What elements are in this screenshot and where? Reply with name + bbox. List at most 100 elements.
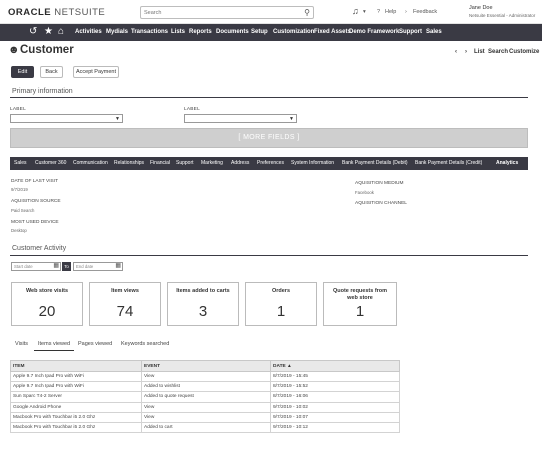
column-header-item[interactable]: ITEM — [10, 360, 142, 372]
subtab-address[interactable]: Address — [231, 160, 249, 166]
label-select-1[interactable]: ▼ — [10, 114, 123, 123]
acquisition-medium-label: AQUISITION MEDIUM — [355, 181, 404, 186]
nav-item-demo-framework[interactable]: Demo Framework — [349, 29, 399, 35]
cell-event: Added to cart — [141, 421, 271, 434]
items-added-to-carts-card[interactable]: Items added to carts 3 — [167, 282, 239, 326]
nav-item-mydials[interactable]: Mydials — [106, 29, 128, 35]
card-value: 74 — [116, 303, 134, 320]
orders-card[interactable]: Orders 1 — [245, 282, 317, 326]
subtab-communication[interactable]: Communication — [73, 160, 108, 166]
cell-item: Macbook Pro with Touchbar i5 2.0 Ghz — [10, 421, 142, 434]
notifications-icon[interactable]: ♫ — [352, 6, 359, 16]
web-store-visits-card[interactable]: Web store visits 20 — [11, 282, 83, 326]
nav-item-setup[interactable]: Setup — [251, 29, 268, 35]
notifications-caret-icon[interactable]: ▾ — [363, 9, 366, 15]
recent-records-icon[interactable]: ↺ — [29, 26, 37, 37]
nav-item-activities[interactable]: Activities — [75, 29, 102, 35]
subtab-financial[interactable]: Financial — [150, 160, 170, 166]
nav-item-lists[interactable]: Lists — [171, 29, 185, 35]
date-of-last-visit-label: DATE OF LAST VISIT — [11, 179, 59, 184]
search-link[interactable]: Search — [488, 49, 508, 55]
nav-item-fixed-assets[interactable]: Fixed Assets — [314, 29, 351, 35]
calendar-icon[interactable]: ▦ — [115, 263, 121, 270]
help-link[interactable]: Help — [385, 9, 396, 15]
table-row[interactable]: Google Android Phone View 9/7/2019 - 10:… — [10, 401, 400, 413]
page-title-text: Customer — [20, 44, 74, 56]
subtab-bank-payment-debit[interactable]: Bank Payment Details (Debit) — [342, 160, 408, 166]
column-header-event[interactable]: EVENT — [141, 360, 271, 372]
search-input[interactable] — [144, 8, 294, 18]
label-select-2[interactable]: ▼ — [184, 114, 297, 123]
list-link[interactable]: List — [474, 49, 485, 55]
section-divider — [10, 97, 528, 98]
subtab-bank-payment-credit[interactable]: Bank Payment Details (Credit) — [415, 160, 482, 166]
table-row[interactable]: Sun Sparc T4-2 Server Added to quote req… — [10, 391, 400, 403]
back-button[interactable]: Back — [40, 66, 63, 78]
card-value: 1 — [276, 303, 286, 320]
acquisition-channel-label: AQUISITION CHANNEL — [355, 201, 407, 206]
nav-item-customization[interactable]: Customization — [273, 29, 314, 35]
column-header-date[interactable]: DATE ▲ — [270, 360, 400, 372]
search-icon[interactable]: ⚲ — [304, 8, 310, 17]
card-title: Orders — [271, 288, 291, 294]
subtab-customer-360[interactable]: Customer 360 — [35, 160, 66, 166]
netsuite-logo[interactable]: ORACLE NETSUITE — [8, 7, 105, 18]
accept-payment-button[interactable]: Accept Payment — [73, 66, 119, 78]
more-fields-button[interactable]: [ MORE FIELDS ] — [10, 128, 528, 148]
acquisition-source-label: AQUISITION SOURCE — [11, 199, 61, 204]
subtab-sales[interactable]: Sales — [14, 160, 27, 166]
subtab-support[interactable]: Support — [176, 160, 194, 166]
cell-item: Apple 9.7 Inch Ipad Pro with WiFi — [10, 381, 142, 393]
table-row[interactable]: Macbook Pro with Touchbar i5 2.0 Ghz Vie… — [10, 411, 400, 423]
table-row[interactable]: Apple 9.7 Inch Ipad Pro with WiFi View 8… — [10, 370, 400, 383]
cell-event: Added to wishlist — [141, 381, 271, 393]
tab-items-viewed[interactable]: Items viewed — [38, 341, 70, 347]
nav-item-support[interactable]: Support — [399, 29, 422, 35]
calendar-icon[interactable]: ▦ — [53, 263, 59, 270]
active-subtab-indicator — [504, 167, 510, 170]
cell-event: View — [141, 370, 271, 383]
tab-pages-viewed[interactable]: Pages viewed — [78, 341, 112, 347]
help-icon[interactable]: ? — [377, 9, 380, 15]
subtab-relationships[interactable]: Relationships — [114, 160, 144, 166]
nav-item-reports[interactable]: Reports — [189, 29, 212, 35]
subtab-preferences[interactable]: Preferences — [257, 160, 284, 166]
start-date-input[interactable]: Start date ▦ — [11, 262, 61, 271]
item-views-card[interactable]: Item views 74 — [89, 282, 161, 326]
previous-record-icon[interactable]: ‹ — [455, 49, 457, 55]
subtab-analytics[interactable]: Analytics — [496, 160, 518, 166]
next-record-icon[interactable]: › — [465, 49, 467, 55]
tab-visits[interactable]: Visits — [15, 341, 28, 347]
customize-link[interactable]: Customize — [509, 49, 539, 55]
page-title: ☻Customer — [8, 44, 74, 56]
quote-requests-card[interactable]: Quote requests from web store 1 — [323, 282, 397, 326]
cell-date: 9/7/2019 - 10:07 — [270, 411, 400, 423]
chevron-down-icon: ▼ — [289, 116, 294, 122]
cell-item: Google Android Phone — [10, 401, 142, 413]
nav-item-sales[interactable]: Sales — [426, 29, 442, 35]
table-row[interactable]: Macbook Pro with Touchbar i5 2.0 Ghz Add… — [10, 421, 400, 434]
acquisition-source-value: Paid Search — [11, 208, 35, 213]
subtab-system-information[interactable]: System Information — [291, 160, 334, 166]
edit-button[interactable]: Edit — [11, 66, 34, 78]
end-date-placeholder: End date — [76, 264, 94, 269]
home-icon[interactable]: ⌂ — [58, 26, 64, 37]
tab-keywords-searched[interactable]: Keywords searched — [121, 341, 169, 347]
nav-item-documents[interactable]: Documents — [216, 29, 249, 35]
user-role[interactable]: Netsuite Essential - Administrator — [469, 13, 535, 18]
cell-event: Added to quote request — [141, 391, 271, 403]
global-search[interactable]: ⚲ — [140, 6, 314, 19]
favorites-star-icon[interactable]: ★ — [44, 26, 53, 37]
end-date-input[interactable]: End date ▦ — [73, 262, 123, 271]
card-title: Item views — [111, 288, 139, 294]
card-value: 3 — [198, 303, 208, 320]
feedback-link[interactable]: Feedback — [413, 9, 437, 15]
cell-event: View — [141, 411, 271, 423]
subtab-marketing[interactable]: Marketing — [201, 160, 223, 166]
feedback-icon[interactable]: › — [405, 9, 407, 15]
date-of-last-visit-value: 9/7/2019 — [11, 187, 28, 192]
cell-item: Macbook Pro with Touchbar i5 2.0 Ghz — [10, 411, 142, 423]
user-name[interactable]: Jane Doe — [469, 5, 493, 11]
table-row[interactable]: Apple 9.7 Inch Ipad Pro with WiFi Added … — [10, 381, 400, 393]
nav-item-transactions[interactable]: Transactions — [131, 29, 168, 35]
